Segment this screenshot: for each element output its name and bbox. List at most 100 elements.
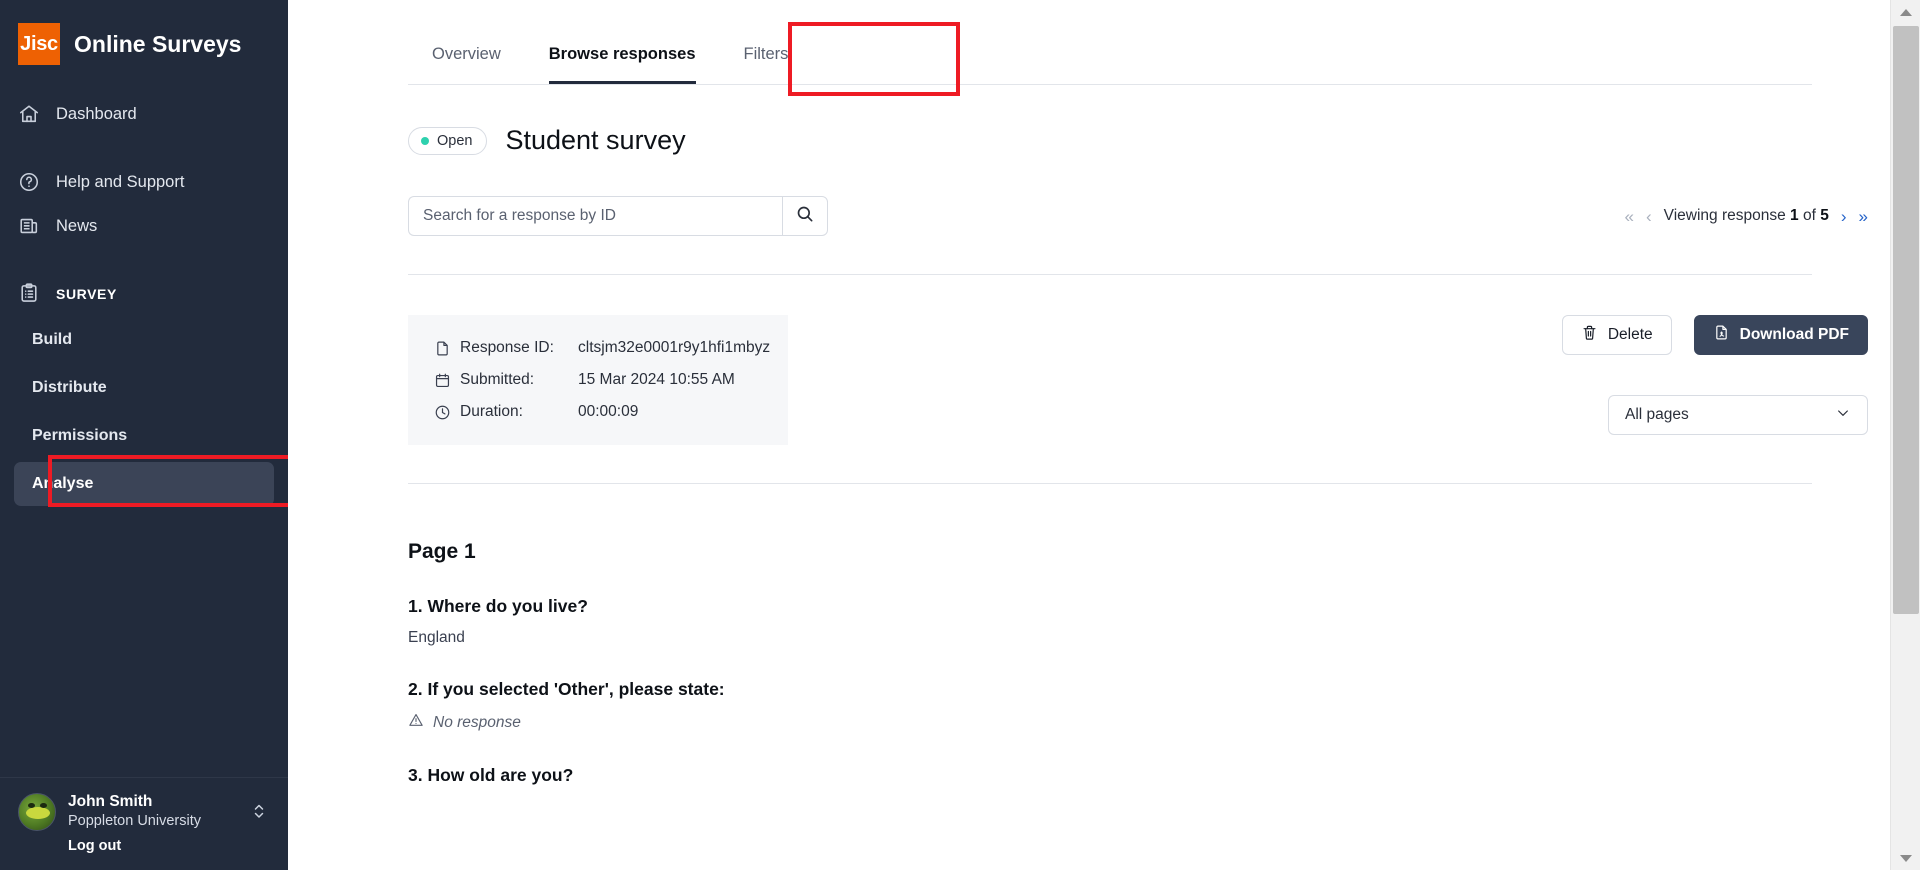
question-circle-icon <box>18 171 40 193</box>
submitted-row: Submitted: 15 Mar 2024 10:55 AM <box>434 371 762 389</box>
calendar-icon <box>434 372 460 389</box>
sidebar-item-distribute[interactable]: Distribute <box>14 366 274 410</box>
clipboard-icon <box>18 282 40 307</box>
response-id-label: Response ID: <box>460 339 554 356</box>
sidebar-item-label: Analyse <box>32 475 94 492</box>
sidebar-item-build[interactable]: Build <box>14 318 274 362</box>
pages-select[interactable]: All pages <box>1608 395 1868 435</box>
chevron-up-down-icon[interactable] <box>252 801 266 823</box>
tab-filters[interactable]: Filters <box>720 45 813 84</box>
page-scrollbar[interactable] <box>1890 0 1920 870</box>
submitted-label: Submitted: <box>460 371 535 388</box>
first-page-button[interactable]: « <box>1625 208 1634 225</box>
sidebar: Jisc Online Surveys Dashboard Help and S… <box>0 0 296 870</box>
duration-label: Duration: <box>460 403 523 420</box>
jisc-logo: Jisc <box>18 23 60 65</box>
avatar <box>18 792 56 831</box>
pager-total: 5 <box>1820 207 1829 224</box>
response-summary: Response ID: cltsjm32e0001r9y1hfi1mbyz S… <box>408 315 1868 445</box>
question-answer: England <box>408 629 465 646</box>
triangle-down-icon <box>1900 854 1912 862</box>
tab-overview[interactable]: Overview <box>408 45 525 84</box>
question-text: 3. How old are you? <box>408 765 574 785</box>
sidebar-item-label: Build <box>32 331 72 348</box>
page-label: Page 1 <box>408 540 476 563</box>
response-id-row: Response ID: cltsjm32e0001r9y1hfi1mbyz <box>434 339 770 357</box>
account-switcher[interactable]: John Smith Poppleton University <box>18 792 270 832</box>
scroll-up-button[interactable] <box>1891 0 1920 24</box>
tab-divider <box>408 84 1812 85</box>
pager-status: Viewing response 1 of 5 <box>1664 207 1829 225</box>
question-text: 1. Where do you live? <box>408 596 588 616</box>
page-section: Page 1 1. Where do you live? England 2. … <box>408 540 1868 786</box>
sidebar-item-label: Help and Support <box>56 172 185 191</box>
section-divider-2 <box>408 483 1812 484</box>
triangle-up-icon <box>1900 8 1912 16</box>
brand[interactable]: Jisc Online Surveys <box>0 0 288 70</box>
previous-page-button[interactable]: ‹ <box>1646 208 1652 225</box>
download-pdf-button[interactable]: Download PDF <box>1693 315 1868 355</box>
question-1: 1. Where do you live? England <box>408 596 1868 647</box>
sidebar-item-news[interactable]: News <box>0 204 288 248</box>
scroll-down-button[interactable] <box>1891 846 1920 870</box>
sidebar-section-label: SURVEY <box>56 286 117 302</box>
pdf-file-icon <box>1713 324 1730 346</box>
tab-label: Filters <box>743 45 789 63</box>
sidebar-item-label: News <box>56 216 98 235</box>
search-button[interactable] <box>782 196 828 236</box>
document-icon <box>434 340 460 357</box>
last-page-button[interactable]: » <box>1859 208 1868 225</box>
survey-header: Open Student survey <box>408 125 1868 156</box>
status-label: Open <box>437 132 473 149</box>
question-2: 2. If you selected 'Other', please state… <box>408 679 1868 733</box>
user-panel: John Smith Poppleton University Log out <box>0 776 288 870</box>
page-title: Student survey <box>505 125 686 155</box>
search-input[interactable] <box>408 196 782 236</box>
status-badge: Open <box>408 126 488 155</box>
log-out-button[interactable]: Log out <box>18 838 270 854</box>
clock-icon <box>434 404 460 421</box>
action-buttons: Delete Download PDF <box>1561 315 1868 355</box>
trash-icon <box>1581 324 1598 346</box>
tab-bar: Overview Browse responses Filters <box>408 0 1868 84</box>
sidebar-item-label: Permissions <box>32 427 128 444</box>
primary-nav: Dashboard Help and Support News <box>0 92 288 248</box>
tab-label: Overview <box>432 45 501 63</box>
sidebar-item-analyse[interactable]: Analyse <box>14 462 274 506</box>
response-id-value: cltsjm32e0001r9y1hfi1mbyz <box>578 339 771 356</box>
sidebar-item-label: Distribute <box>32 379 107 396</box>
user-organisation: Poppleton University <box>68 813 201 830</box>
sidebar-item-dashboard[interactable]: Dashboard <box>0 92 288 136</box>
search-bar <box>408 196 828 236</box>
tab-browse-responses[interactable]: Browse responses <box>525 45 720 84</box>
search-icon <box>795 204 815 229</box>
submitted-value: 15 Mar 2024 10:55 AM <box>578 371 735 388</box>
section-divider <box>408 274 1812 275</box>
chevron-down-icon <box>1835 405 1851 426</box>
sidebar-item-help-and-support[interactable]: Help and Support <box>0 160 288 204</box>
pager-of: of <box>1802 207 1816 224</box>
pager-prefix: Viewing response <box>1663 207 1786 224</box>
response-details-card: Response ID: cltsjm32e0001r9y1hfi1mbyz S… <box>408 315 788 445</box>
question-text: 2. If you selected 'Other', please state… <box>408 679 725 699</box>
home-icon <box>18 103 40 125</box>
next-page-button[interactable]: › <box>1841 208 1847 225</box>
status-dot-icon <box>421 136 429 145</box>
question-3: 3. How old are you? <box>408 765 1868 786</box>
pager-current: 1 <box>1790 207 1799 224</box>
duration-row: Duration: 00:00:09 <box>434 403 762 421</box>
pages-select-value: All pages <box>1625 406 1689 423</box>
user-name: John Smith <box>68 792 153 810</box>
brand-title: Online Surveys <box>74 30 242 57</box>
sidebar-section-survey: SURVEY <box>0 272 288 316</box>
sidebar-item-permissions[interactable]: Permissions <box>14 414 274 458</box>
delete-button[interactable]: Delete <box>1561 315 1672 355</box>
delete-button-label: Delete <box>1607 326 1653 343</box>
sidebar-item-label: Dashboard <box>56 104 137 123</box>
main-content: Overview Browse responses Filters Open S… <box>288 0 1920 870</box>
pagination: « ‹ Viewing response 1 of 5 › » <box>1625 207 1868 225</box>
scrollbar-thumb[interactable] <box>1893 26 1919 614</box>
download-pdf-label: Download PDF <box>1739 326 1849 343</box>
